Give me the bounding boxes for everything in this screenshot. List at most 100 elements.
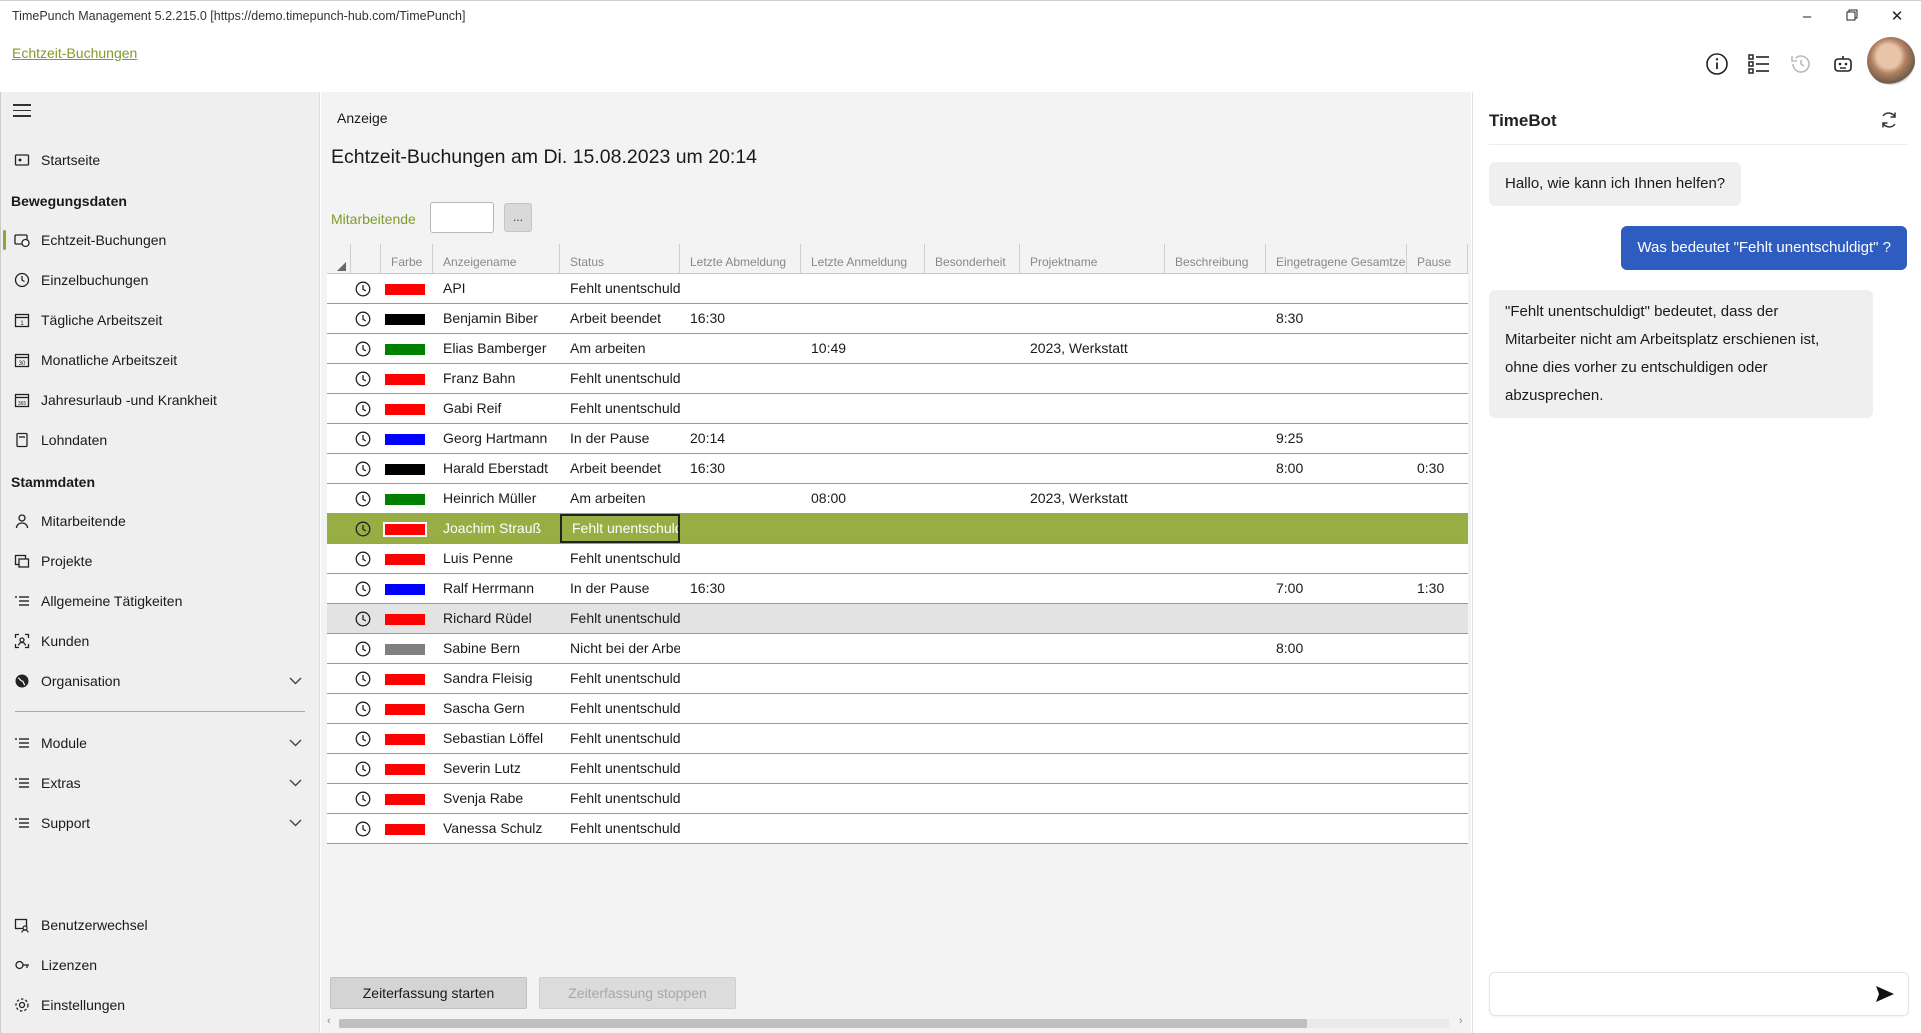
chevron-down-icon[interactable] (289, 674, 302, 688)
table-row[interactable]: Luis PenneFehlt unentschuldigt (327, 544, 1468, 574)
cell-desc[interactable] (1165, 664, 1266, 693)
cell-status[interactable]: Am arbeiten (560, 334, 680, 363)
column-header[interactable]: Anzeigename (433, 244, 560, 274)
cell-special[interactable] (925, 514, 1020, 543)
scroll-left-icon[interactable]: ‹ (327, 1015, 331, 1027)
table-row[interactable]: APIFehlt unentschuldigt (327, 274, 1468, 304)
cell-project[interactable] (1020, 514, 1165, 543)
cell-name[interactable]: Gabi Reif (433, 394, 560, 423)
start-timetracking-button[interactable]: Zeiterfassung starten (330, 977, 527, 1009)
cell-project[interactable]: 2023, Werkstatt (1020, 484, 1165, 513)
cell-project[interactable] (1020, 724, 1165, 753)
cell-pause[interactable] (1407, 424, 1468, 453)
cell-special[interactable] (925, 574, 1020, 603)
cell-special[interactable] (925, 454, 1020, 483)
history-icon[interactable] (1785, 48, 1817, 80)
cell-desc[interactable] (1165, 334, 1266, 363)
cell-special[interactable] (925, 754, 1020, 783)
table-row[interactable]: Sabine Bern Nicht bei der Arbeit 8:00 (327, 634, 1468, 664)
cell-name[interactable]: Sandra Fleisig (433, 664, 560, 693)
checklist-icon[interactable] (1743, 48, 1775, 80)
clock-icon[interactable] (355, 431, 371, 447)
cell-name[interactable]: Sebastian Löffel (433, 724, 560, 753)
refresh-icon[interactable] (1879, 110, 1899, 130)
cell-logout[interactable] (680, 784, 801, 813)
column-header[interactable]: Projektname (1020, 244, 1165, 274)
column-header[interactable]: Eingetragene Gesamtzeit (1266, 244, 1407, 274)
cell-desc[interactable] (1165, 634, 1266, 663)
table-row[interactable]: Sascha GernFehlt unentschuldigt (327, 694, 1468, 724)
cell-total[interactable]: 7:00 (1266, 574, 1407, 603)
column-header[interactable]: Farbe (381, 244, 433, 274)
cell-project[interactable] (1020, 394, 1165, 423)
cell-status[interactable]: Nicht bei der Arbeit (560, 634, 680, 663)
cell-special[interactable] (925, 784, 1020, 813)
cell-status[interactable]: Fehlt unentschuldigt (560, 784, 680, 813)
cell-project[interactable] (1020, 634, 1165, 663)
cell-project[interactable] (1020, 754, 1165, 783)
cell-special[interactable] (925, 634, 1020, 663)
cell-desc[interactable] (1165, 304, 1266, 333)
column-header[interactable]: Status (560, 244, 680, 274)
column-header[interactable]: Letzte Anmeldung (801, 244, 925, 274)
cell-total[interactable] (1266, 754, 1407, 783)
cell-name[interactable]: Richard Rüdel (433, 604, 560, 633)
select-all-corner[interactable] (327, 244, 351, 274)
cell-project[interactable]: 2023, Werkstatt (1020, 334, 1165, 363)
cell-logout[interactable] (680, 394, 801, 423)
cell-special[interactable] (925, 664, 1020, 693)
cell-status[interactable]: Arbeit beendet (560, 304, 680, 333)
cell-pause[interactable] (1407, 604, 1468, 633)
column-header[interactable]: Pause (1407, 244, 1468, 274)
cell-status[interactable]: Fehlt unentschuldigt (560, 604, 680, 633)
cell-project[interactable] (1020, 814, 1165, 843)
cell-status[interactable]: Fehlt unentschuldigt (560, 544, 680, 573)
sidebar-item-echtzeit-buchungen[interactable]: Echtzeit-Buchungen (1, 222, 320, 258)
sidebar-item-lohndaten[interactable]: Lohndaten (1, 422, 320, 458)
cell-logout[interactable] (680, 514, 801, 543)
cell-desc[interactable] (1165, 814, 1266, 843)
cell-name[interactable]: Elias Bamberger (433, 334, 560, 363)
table-row[interactable]: Gabi ReifFehlt unentschuldigt (327, 394, 1468, 424)
cell-name[interactable]: Benjamin Biber (433, 304, 560, 333)
clock-icon[interactable] (355, 581, 371, 597)
cell-pause[interactable] (1407, 664, 1468, 693)
cell-logout[interactable] (680, 634, 801, 663)
close-button[interactable]: ✕ (1877, 5, 1917, 29)
minimize-button[interactable]: – (1787, 5, 1827, 29)
sidebar-item-module[interactable]: Module (1, 725, 320, 761)
cell-pause[interactable] (1407, 634, 1468, 663)
cell-login[interactable] (801, 574, 925, 603)
cell-total[interactable] (1266, 274, 1407, 303)
table-row[interactable]: Harald Eberstadt Arbeit beendet 16:30 8:00 0… (327, 454, 1468, 484)
cell-pause[interactable] (1407, 394, 1468, 423)
hamburger-icon[interactable] (13, 104, 31, 118)
cell-login[interactable] (801, 784, 925, 813)
cell-login[interactable] (801, 394, 925, 423)
cell-name[interactable]: Severin Lutz (433, 754, 560, 783)
cell-login[interactable] (801, 754, 925, 783)
cell-project[interactable] (1020, 454, 1165, 483)
sidebar-item-mitarbeitende[interactable]: Mitarbeitende (1, 503, 320, 539)
cell-special[interactable] (925, 484, 1020, 513)
cell-total[interactable] (1266, 394, 1407, 423)
cell-total[interactable] (1266, 694, 1407, 723)
cell-login[interactable] (801, 694, 925, 723)
cell-name[interactable]: Harald Eberstadt (433, 454, 560, 483)
cell-total[interactable] (1266, 514, 1407, 543)
table-row[interactable]: Vanessa SchulzFehlt unentschuldigt (327, 814, 1468, 844)
cell-pause[interactable] (1407, 514, 1468, 543)
cell-login[interactable] (801, 814, 925, 843)
cell-pause[interactable] (1407, 754, 1468, 783)
clock-icon[interactable] (355, 611, 371, 627)
cell-logout[interactable] (680, 274, 801, 303)
cell-total[interactable] (1266, 784, 1407, 813)
cell-project[interactable] (1020, 304, 1165, 333)
clock-icon[interactable] (355, 551, 371, 567)
cell-status[interactable]: Fehlt unentschuldigt (560, 364, 680, 393)
chevron-down-icon[interactable] (289, 776, 302, 790)
cell-status[interactable]: Arbeit beendet (560, 454, 680, 483)
cell-pause[interactable] (1407, 784, 1468, 813)
cell-total[interactable] (1266, 484, 1407, 513)
table-row[interactable]: Heinrich Müller Am arbeiten 08:00 2023, Wer… (327, 484, 1468, 514)
